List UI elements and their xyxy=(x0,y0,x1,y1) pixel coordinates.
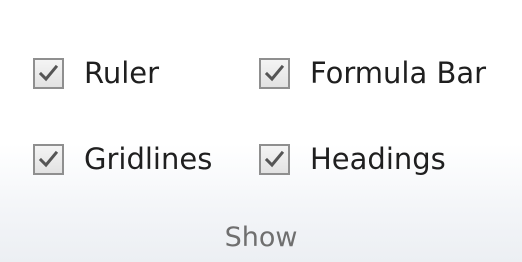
checkmark-icon xyxy=(38,150,59,167)
show-group: Ruler Formula Bar Gridlines Headings Sho… xyxy=(0,0,522,262)
ruler-option[interactable]: Ruler xyxy=(33,51,159,95)
headings-checkbox[interactable] xyxy=(259,143,290,175)
group-title: Show xyxy=(224,222,298,253)
checkmark-icon xyxy=(38,64,59,81)
gridlines-option[interactable]: Gridlines xyxy=(33,137,212,181)
headings-label: Headings xyxy=(310,141,446,176)
formula-bar-option[interactable]: Formula Bar xyxy=(259,51,486,95)
gridlines-checkbox[interactable] xyxy=(33,143,64,175)
ruler-checkbox[interactable] xyxy=(33,57,64,89)
headings-option[interactable]: Headings xyxy=(259,137,446,181)
checkmark-icon xyxy=(264,64,285,81)
checkmark-icon xyxy=(264,150,285,167)
formula-bar-checkbox[interactable] xyxy=(259,57,290,89)
formula-bar-label: Formula Bar xyxy=(310,55,487,90)
ruler-label: Ruler xyxy=(84,55,160,90)
gridlines-label: Gridlines xyxy=(84,141,213,176)
